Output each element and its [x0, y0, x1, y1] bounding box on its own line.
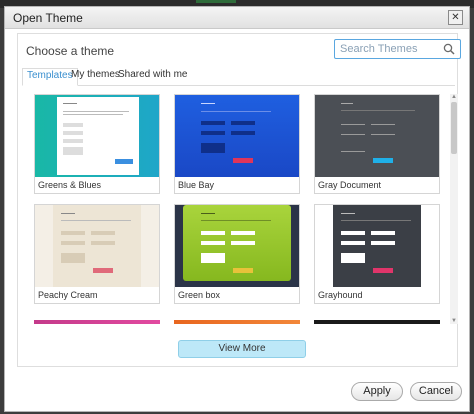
theme-card-partial[interactable]: [174, 320, 300, 324]
theme-panel: Choose a theme Templates My themes Share…: [17, 33, 461, 367]
close-button[interactable]: ✕: [448, 10, 463, 25]
theme-thumbnail: [315, 205, 439, 287]
scroll-down-icon[interactable]: ▼: [451, 318, 457, 324]
scroll-up-icon[interactable]: ▲: [451, 94, 457, 100]
theme-card-partial[interactable]: [314, 320, 440, 324]
theme-card-grayhound[interactable]: Grayhound: [314, 204, 440, 304]
theme-thumbnail: [175, 205, 299, 287]
cancel-button[interactable]: Cancel: [410, 382, 462, 401]
theme-thumbnail: [175, 95, 299, 177]
theme-thumbnail: [315, 95, 439, 177]
theme-tabs: Templates My themes Shared with me: [22, 68, 455, 86]
open-theme-dialog: Open Theme ✕ Choose a theme Templates My…: [4, 6, 470, 412]
theme-name: Grayhound: [318, 290, 363, 300]
theme-card-gray-document[interactable]: Gray Document: [314, 94, 440, 194]
close-icon: ✕: [451, 12, 460, 23]
theme-card-partial[interactable]: [34, 320, 160, 324]
theme-card-blue-bay[interactable]: Blue Bay: [174, 94, 300, 194]
theme-card-peachy-cream[interactable]: Peachy Cream: [34, 204, 160, 304]
theme-name: Green box: [178, 290, 221, 300]
search-box[interactable]: [334, 39, 461, 59]
view-more-button[interactable]: View More: [178, 340, 306, 358]
theme-name: Greens & Blues: [38, 180, 102, 190]
theme-name: Peachy Cream: [38, 290, 98, 300]
theme-card-greens-blues[interactable]: Greens & Blues: [34, 94, 160, 194]
dialog-title: Open Theme: [13, 11, 83, 25]
theme-grid: Greens & Blues Blue Bay Gray Document Pe…: [24, 94, 448, 324]
search-input[interactable]: [340, 42, 440, 56]
apply-button[interactable]: Apply: [351, 382, 403, 401]
tab-shared-with-me[interactable]: Shared with me: [114, 68, 191, 86]
vertical-scrollbar[interactable]: ▲ ▼: [450, 94, 458, 324]
theme-thumbnail: [35, 95, 159, 177]
theme-name: Gray Document: [318, 180, 382, 190]
theme-thumbnail: [35, 205, 159, 287]
scrollbar-thumb[interactable]: [451, 102, 457, 154]
theme-card-green-box[interactable]: Green box: [174, 204, 300, 304]
theme-name: Blue Bay: [178, 180, 215, 190]
dialog-titlebar[interactable]: Open Theme ✕: [5, 7, 469, 29]
background-accent: [196, 0, 236, 3]
choose-theme-label: Choose a theme: [26, 44, 115, 58]
search-icon[interactable]: [443, 43, 455, 55]
